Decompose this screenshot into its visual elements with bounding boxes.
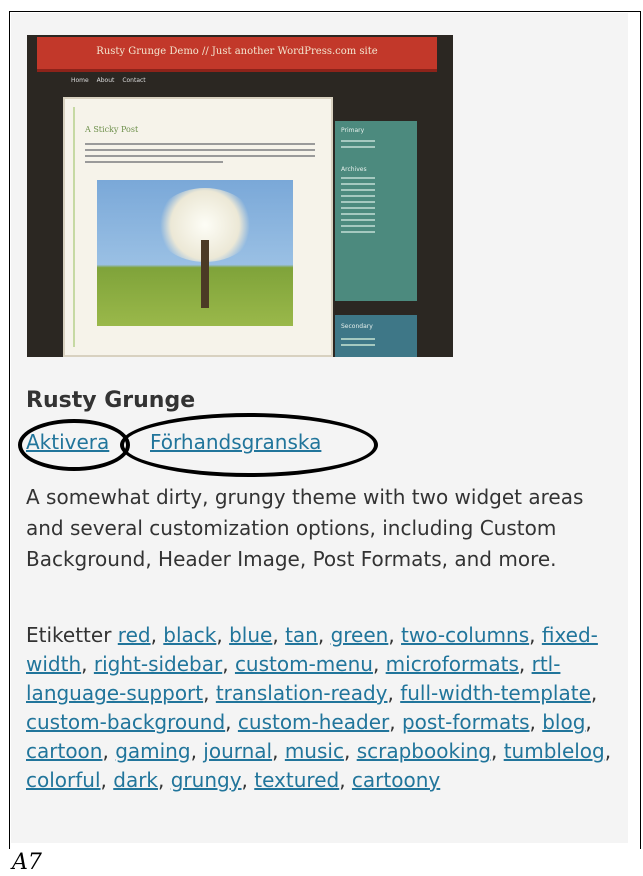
annotation-oval-preview (120, 413, 378, 477)
tag-list: red, black, blue, tan, green, two-column… (26, 623, 612, 792)
tag-link-translation-ready[interactable]: translation-ready (216, 681, 388, 705)
theme-name: Rusty Grunge (26, 388, 196, 413)
tag-link-custom-header[interactable]: custom-header (238, 710, 389, 734)
screenshot-nav: Home About Contact (71, 77, 146, 84)
screenshot-post-stripe (73, 107, 75, 347)
tag-link-dark[interactable]: dark (113, 768, 158, 792)
annotation-oval-activate (18, 419, 130, 471)
tag-link-tan[interactable]: tan (285, 623, 318, 647)
screenshot-post-text (85, 143, 315, 167)
screenshot-sidebar-secondary: Secondary (335, 315, 417, 357)
tag-link-blue[interactable]: blue (229, 623, 272, 647)
theme-tags: Etiketter red, black, blue, tan, green, … (26, 621, 631, 795)
tag-link-full-width-template[interactable]: full-width-template (400, 681, 591, 705)
tag-link-music[interactable]: music (285, 739, 344, 763)
tags-label: Etiketter (26, 623, 112, 647)
tag-link-grungy[interactable]: grungy (171, 768, 242, 792)
theme-screenshot[interactable]: Rusty Grunge Demo // Just another WordPr… (27, 35, 453, 357)
sidebar-secondary-title: Secondary (341, 323, 373, 330)
tag-link-red[interactable]: red (118, 623, 151, 647)
tag-link-microformats[interactable]: microformats (386, 652, 519, 676)
figure-label: A7 (12, 850, 42, 875)
screenshot-tree-photo (97, 180, 293, 326)
screenshot-sidebar-primary: Primary Archives (335, 121, 417, 301)
sidebar-primary-title: Primary (341, 127, 365, 134)
tag-link-post-formats[interactable]: post-formats (402, 710, 530, 734)
tag-link-right-sidebar[interactable]: right-sidebar (94, 652, 222, 676)
tag-link-textured[interactable]: textured (254, 768, 339, 792)
tag-link-custom-menu[interactable]: custom-menu (235, 652, 373, 676)
theme-description: A somewhat dirty, grungy theme with two … (26, 485, 584, 571)
tag-link-blog[interactable]: blog (542, 710, 585, 734)
tag-link-scrapbooking[interactable]: scrapbooking (357, 739, 491, 763)
tag-link-colorful[interactable]: colorful (26, 768, 101, 792)
tag-link-custom-background[interactable]: custom-background (26, 710, 225, 734)
sidebar-archives-title: Archives (341, 166, 367, 173)
tag-link-two-columns[interactable]: two-columns (401, 623, 529, 647)
tag-link-cartoon[interactable]: cartoon (26, 739, 102, 763)
tag-link-journal[interactable]: journal (203, 739, 272, 763)
tag-link-gaming[interactable]: gaming (115, 739, 190, 763)
screenshot-nav-item: Home (71, 77, 89, 84)
screenshot-nav-item: About (96, 77, 115, 84)
screenshot-site-title: Rusty Grunge Demo // Just another WordPr… (37, 37, 437, 72)
tree-trunk (201, 240, 209, 308)
tag-link-cartoony[interactable]: cartoony (352, 768, 440, 792)
screenshot-post-title: A Sticky Post (85, 125, 139, 134)
tag-link-black[interactable]: black (163, 623, 216, 647)
tag-link-green[interactable]: green (331, 623, 389, 647)
screenshot-nav-item: Contact (122, 77, 146, 84)
tag-link-tumblelog[interactable]: tumblelog (504, 739, 605, 763)
